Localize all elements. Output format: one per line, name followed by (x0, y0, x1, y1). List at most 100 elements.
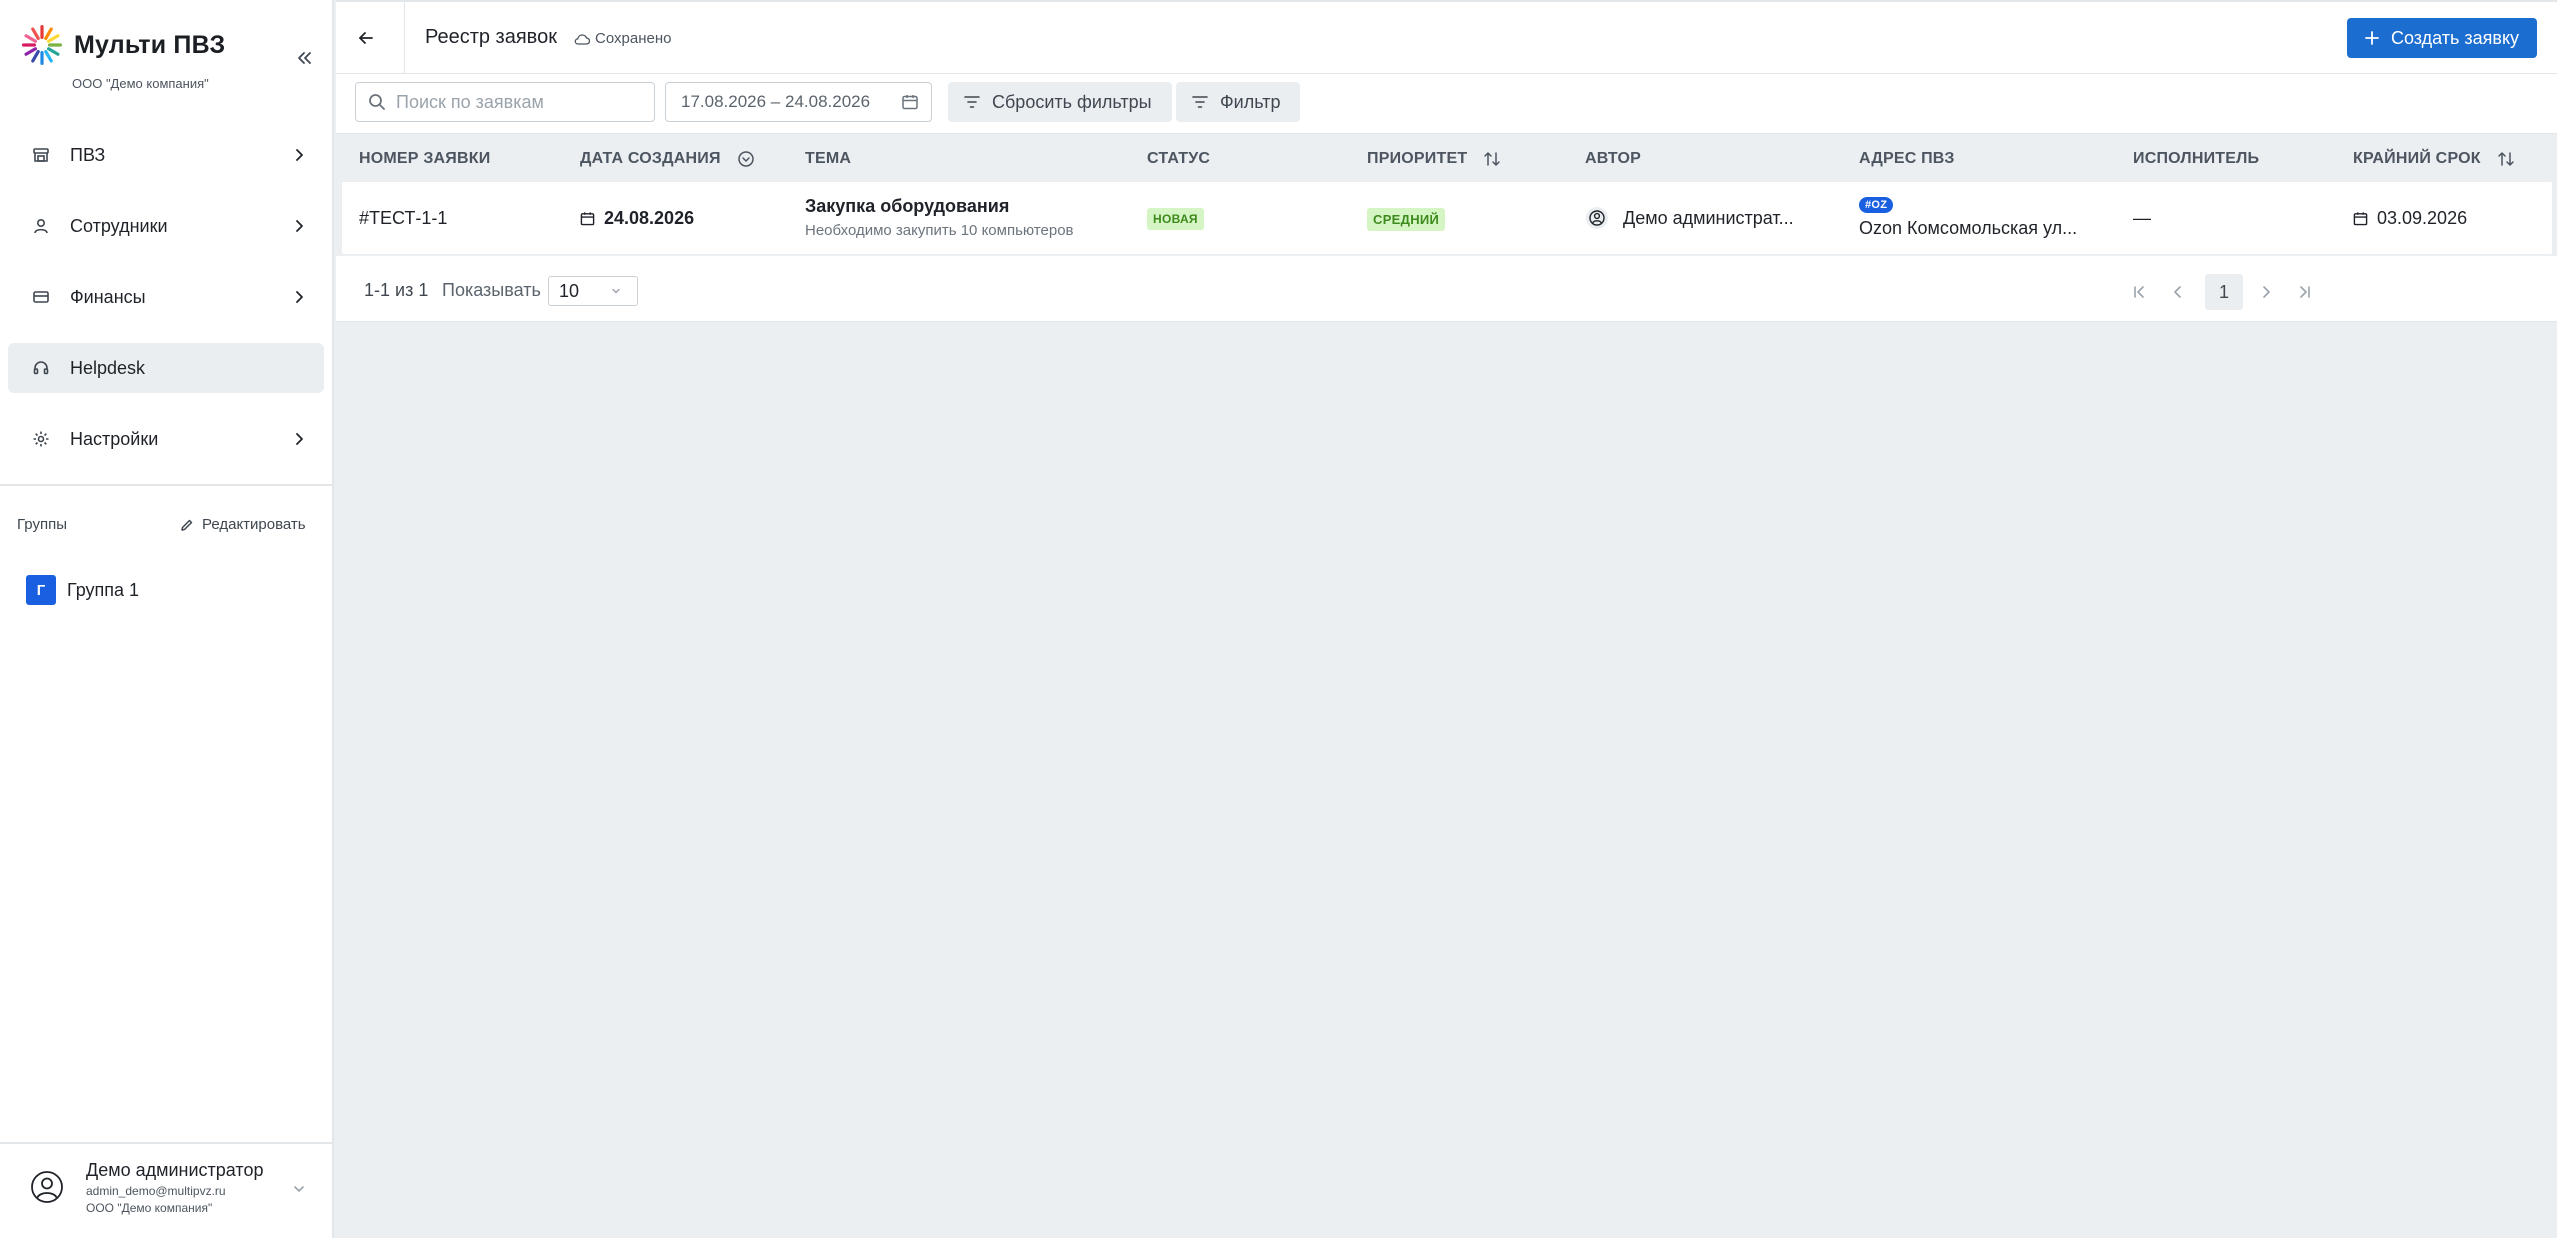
column-header-deadline[interactable]: КРАЙНИЙ СРОК (2353, 150, 2515, 168)
date-range-value: 17.08.2026 – 24.08.2026 (681, 92, 871, 111)
column-header-address[interactable]: АДРЕС ПВЗ (1859, 150, 1955, 168)
user-icon (32, 217, 50, 235)
table-row[interactable]: #ТЕСТ-1-1 24.08.2026 Закупка оборудовани… (342, 182, 2552, 254)
sort-arrows-icon[interactable] (1483, 150, 1501, 168)
ticket-number: #ТЕСТ-1-1 (359, 208, 448, 228)
gear-icon (32, 430, 50, 448)
calendar-icon (902, 95, 918, 110)
saved-status-label: Сохранено (595, 30, 672, 47)
create-ticket-button[interactable]: Создать заявку (2347, 18, 2537, 58)
sidebar: Мульти ПВЗ ООО "Демо компания" ПВЗ Сотру… (0, 0, 334, 1238)
logo[interactable]: Мульти ПВЗ (20, 22, 225, 68)
column-header-label: НОМЕР ЗАЯВКИ (359, 150, 491, 167)
next-page-button[interactable] (2250, 276, 2282, 308)
create-ticket-label: Создать заявку (2390, 27, 2520, 48)
column-header-label: СТАТУС (1147, 150, 1211, 167)
pagination-bar: 1-1 из 1 Показывать 10 1 (336, 256, 2557, 322)
page-button-current[interactable]: 1 (2205, 274, 2243, 310)
column-header-number[interactable]: НОМЕР ЗАЯВКИ (359, 150, 490, 168)
column-header-label: ПРИОРИТЕТ (1367, 150, 1468, 167)
column-header-subject[interactable]: ТЕМА (805, 150, 851, 168)
sidebar-divider (0, 484, 332, 486)
double-chevron-left-icon (298, 52, 311, 64)
saved-status: Сохранено (574, 30, 671, 47)
headset-icon (32, 359, 50, 377)
user-email: admin_demo@multipvz.ru (86, 1184, 226, 1198)
chevron-right-icon (296, 220, 303, 232)
column-header-created[interactable]: ДАТА СОЗДАНИЯ (580, 150, 755, 168)
user-circle-icon (1586, 207, 1608, 229)
chevron-down-icon (294, 1186, 304, 1193)
ticket-deadline: 03.09.2026 (2353, 208, 2467, 229)
ticket-status: НОВАЯ (1147, 208, 1204, 230)
chevron-right-icon (296, 433, 303, 445)
sidebar-item-label: Helpdesk (70, 357, 146, 378)
wallet-icon (32, 288, 50, 306)
sidebar-item-label: Сотрудники (70, 215, 168, 236)
chevron-right-icon (296, 149, 303, 161)
first-page-button[interactable] (2124, 276, 2156, 308)
chevron-right-icon (296, 291, 303, 303)
sort-arrows-icon[interactable] (2497, 150, 2515, 168)
back-button[interactable] (350, 22, 382, 54)
column-header-assignee[interactable]: ИСПОЛНИТЕЛЬ (2133, 150, 2259, 168)
cloud-icon (574, 33, 590, 45)
group-item[interactable]: Г Группа 1 (26, 574, 139, 606)
sidebar-item-helpdesk[interactable]: Helpdesk (8, 343, 324, 393)
filter-lines-icon (964, 96, 980, 108)
column-header-label: ТЕМА (805, 150, 852, 167)
group-avatar: Г (26, 575, 56, 605)
sidebar-item-pvz[interactable]: ПВЗ (8, 130, 324, 180)
column-header-status[interactable]: СТАТУС (1147, 150, 1210, 168)
chevron-down-icon (612, 288, 620, 294)
store-icon (32, 146, 50, 164)
last-page-button[interactable] (2288, 276, 2320, 308)
groups-label: Группы (17, 516, 67, 533)
ticket-author-name: Демо администрат... (1623, 207, 1794, 228)
filter-button[interactable]: Фильтр (1176, 82, 1301, 122)
reset-filters-label: Сбросить фильтры (992, 91, 1152, 112)
group-name: Группа 1 (67, 579, 140, 600)
sidebar-item-employees[interactable]: Сотрудники (8, 201, 324, 251)
priority-badge: СРЕДНИЙ (1367, 208, 1446, 231)
search-input[interactable] (396, 91, 636, 113)
page-header: Реестр заявок Сохранено Создать заявку (336, 0, 2557, 74)
ticket-subject-title: Закупка оборудования (805, 196, 1010, 216)
app-title: Мульти ПВЗ (74, 30, 226, 59)
user-menu[interactable]: Демо администратор admin_demo@multipvz.r… (0, 1144, 332, 1238)
filter-label: Фильтр (1220, 91, 1281, 112)
collapse-sidebar-button[interactable] (290, 44, 318, 72)
column-header-label: ИСПОЛНИТЕЛЬ (2133, 150, 2260, 167)
sidebar-item-settings[interactable]: Настройки (8, 414, 324, 464)
ticket-author: Демо администрат... (1585, 206, 1794, 230)
ticket-address: Ozon Комсомольская ул... (1859, 218, 2078, 238)
previous-page-button[interactable] (2162, 276, 2194, 308)
ticket-created: 24.08.2026 (580, 208, 694, 229)
table-header: НОМЕР ЗАЯВКИ ДАТА СОЗДАНИЯ ТЕМА СТАТУС П… (336, 134, 2557, 180)
status-badge: НОВАЯ (1147, 208, 1204, 230)
starburst-logo-icon (22, 25, 62, 65)
user-circle-icon (31, 1171, 63, 1203)
marketplace-badge: #OZ (1859, 197, 1894, 213)
edit-groups-label: Редактировать (202, 516, 306, 533)
sidebar-item-label: Финансы (70, 286, 146, 307)
date-range-picker[interactable]: 17.08.2026 – 24.08.2026 (665, 82, 932, 122)
sort-desc-circle-icon[interactable] (737, 150, 755, 168)
column-header-label: АДРЕС ПВЗ (1859, 150, 1955, 167)
ticket-priority: СРЕДНИЙ (1367, 208, 1446, 231)
arrow-left-icon (359, 32, 373, 44)
column-header-priority[interactable]: ПРИОРИТЕТ (1367, 150, 1501, 168)
page-size-value: 10 (559, 280, 580, 301)
ticket-created-value: 24.08.2026 (604, 208, 695, 228)
edit-groups-button[interactable]: Редактировать (180, 516, 306, 533)
calendar-icon (2353, 212, 2368, 226)
pencil-icon (181, 519, 193, 531)
page-size-select[interactable]: 10 (548, 276, 638, 306)
page-title: Реестр заявок (425, 26, 557, 48)
column-header-author[interactable]: АВТОР (1585, 150, 1641, 168)
search-field[interactable] (355, 82, 655, 122)
sidebar-item-finance[interactable]: Финансы (8, 272, 324, 322)
reset-filters-button[interactable]: Сбросить фильтры (948, 82, 1172, 122)
plus-icon (2365, 31, 2379, 45)
company-name: ООО "Демо компания" (72, 76, 209, 91)
